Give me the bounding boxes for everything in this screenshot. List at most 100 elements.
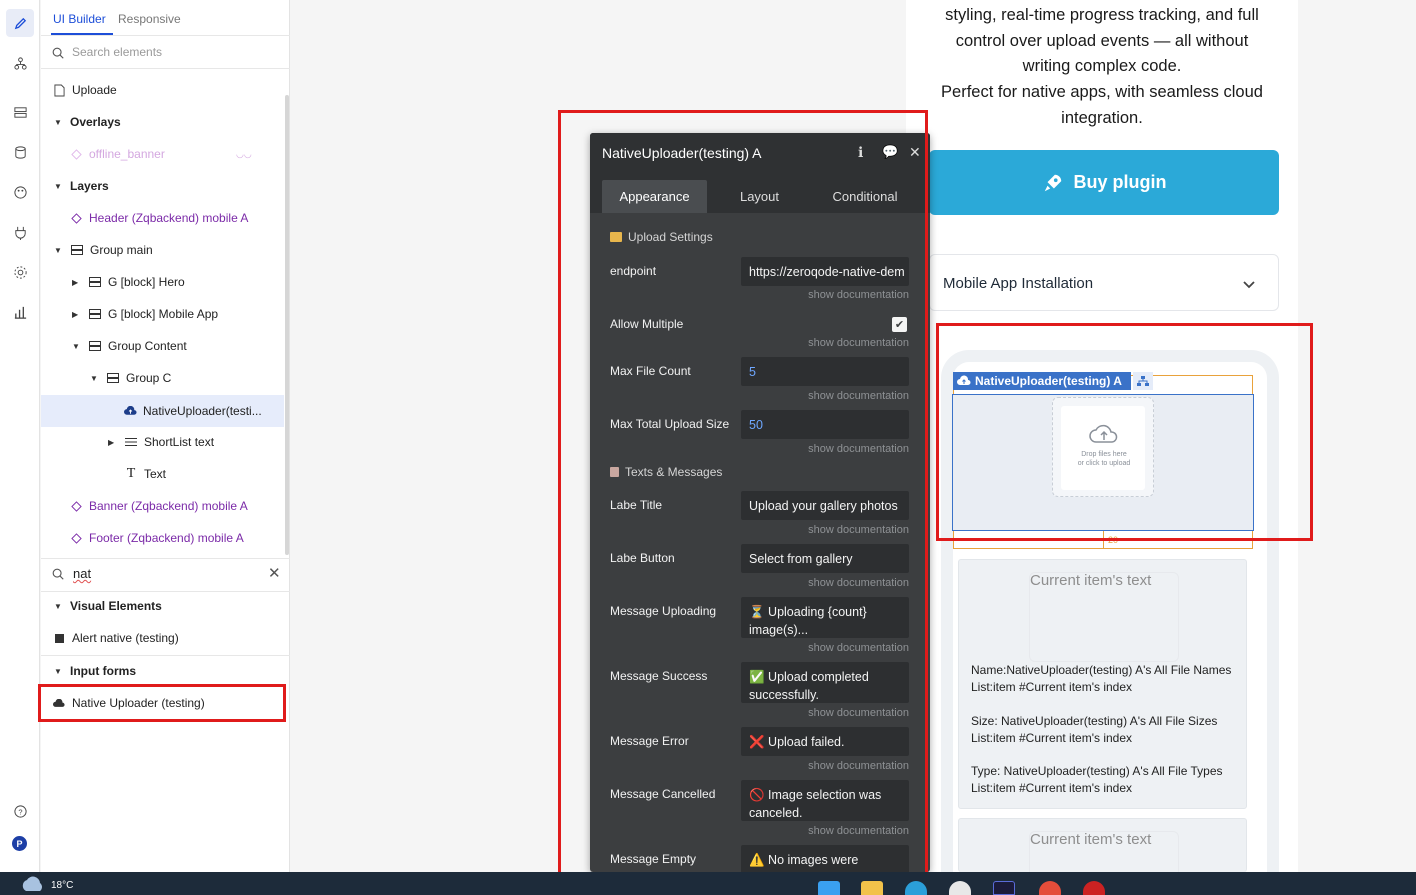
category-visual-elements[interactable]: ▼ Visual Elements: [54, 594, 162, 618]
edge-browser-icon[interactable]: [905, 881, 927, 895]
accordion-mobile-install[interactable]: Mobile App Installation: [929, 254, 1279, 311]
text-label: Text: [144, 467, 167, 481]
plugin-icon[interactable]: [6, 218, 34, 246]
page-item[interactable]: Uploade: [52, 78, 117, 102]
annotation-box-palette-item: [38, 684, 286, 722]
user-avatar[interactable]: P: [12, 836, 27, 851]
header-label: Header (Zqbackend) mobile A: [89, 211, 249, 225]
text-icon: T: [126, 466, 136, 481]
caret-down-icon[interactable]: ▼: [72, 342, 82, 351]
caret-right-icon[interactable]: ▶: [72, 278, 82, 287]
alert-native-label: Alert native (testing): [72, 631, 179, 645]
active-tab-underline: [51, 33, 113, 35]
caret-down-icon[interactable]: ▼: [90, 374, 100, 383]
group-icon: [106, 371, 120, 385]
tree-item-banner[interactable]: Banner (Zqbackend) mobile A: [69, 494, 248, 518]
category-input-forms[interactable]: ▼ Input forms: [54, 659, 136, 683]
buy-plugin-button[interactable]: Buy plugin: [929, 150, 1279, 215]
weather-temperature: 18°C: [51, 880, 74, 891]
pencil-icon[interactable]: [6, 9, 34, 37]
group-main-label: Group main: [90, 243, 153, 257]
tree-item-group-c[interactable]: ▼ Group C: [90, 366, 171, 390]
tree-layers[interactable]: ▼ Layers: [54, 174, 109, 198]
element-tree-panel: UI Builder Responsive Uploade ▼ Overlays…: [41, 0, 290, 872]
editor-tabs: UI Builder Responsive: [41, 0, 290, 36]
caret-down-icon[interactable]: ▼: [54, 602, 64, 611]
slack-icon[interactable]: [949, 881, 971, 895]
search-elements-input[interactable]: [72, 45, 272, 59]
native-uploader-label: NativeUploader(testi...: [143, 404, 262, 418]
paragraph-line: control over upload events — all without: [955, 31, 1249, 50]
tree-overlays[interactable]: ▼ Overlays: [54, 110, 121, 134]
analytics-icon[interactable]: [6, 298, 34, 326]
offline-banner-label: offline_banner: [89, 147, 165, 161]
square-icon: [52, 631, 66, 645]
caret-down-icon[interactable]: ▼: [54, 246, 64, 255]
tree-item-shortlist[interactable]: ▶ ShortList text: [108, 430, 214, 454]
paragraph-line: styling, real-time progress tracking, an…: [945, 6, 1259, 24]
tab-responsive[interactable]: Responsive: [118, 12, 181, 26]
paragraph-line: integration.: [1061, 108, 1143, 127]
group-c-label: Group C: [126, 371, 172, 385]
card-title: Current item's text: [1030, 572, 1152, 589]
card-type-text: Type: NativeUploader(testing) A's All Fi…: [971, 764, 1223, 795]
group-icon: [88, 339, 102, 353]
webstorm-icon[interactable]: [993, 881, 1015, 895]
page-icon: [52, 83, 66, 97]
os-taskbar: 18°C: [0, 872, 1416, 895]
tree-item-hero[interactable]: ▶ G [block] Hero: [72, 270, 185, 294]
left-icon-rail: ? P: [0, 0, 40, 872]
palette-icon[interactable]: [6, 178, 34, 206]
tab-ui-builder[interactable]: UI Builder: [53, 12, 106, 26]
settings-gear-icon[interactable]: [6, 258, 34, 286]
divider: [41, 655, 290, 656]
description-paragraph: styling, real-time progress tracking, an…: [906, 3, 1298, 132]
caret-down-icon[interactable]: ▼: [54, 667, 64, 676]
data-icon[interactable]: [6, 98, 34, 126]
card-size-text: Size: NativeUploader(testing) A's All Fi…: [971, 714, 1218, 745]
tree-item-footer[interactable]: Footer (Zqbackend) mobile A: [69, 526, 244, 550]
tree-item-native-uploader[interactable]: NativeUploader(testi...: [123, 399, 262, 423]
input-forms-label: Input forms: [70, 664, 136, 678]
start-icon[interactable]: [818, 881, 840, 895]
tree-scrollbar[interactable]: [285, 95, 289, 555]
annotation-box-editor: [558, 110, 928, 875]
group-icon: [88, 307, 102, 321]
caret-right-icon[interactable]: ▶: [108, 438, 118, 447]
repeating-group-cell[interactable]: Current item's text Name:NativeUploader(…: [958, 559, 1247, 809]
visual-elements-label: Visual Elements: [70, 599, 162, 613]
list-icon: [124, 435, 138, 449]
card-title: Current item's text: [1030, 831, 1152, 848]
tree-item-header[interactable]: Header (Zqbackend) mobile A: [69, 206, 248, 230]
hidden-eye-icon[interactable]: ◡◡: [236, 149, 252, 160]
palette-search-input[interactable]: nat: [73, 566, 91, 581]
palette-item-alert-native[interactable]: Alert native (testing): [52, 626, 179, 650]
element-palette-search: nat ✕: [41, 559, 290, 591]
tree-item-mobile-app[interactable]: ▶ G [block] Mobile App: [72, 302, 218, 326]
cloud-upload-icon: [123, 404, 137, 418]
paragraph-line: writing complex code.: [1022, 57, 1182, 76]
caret-down-icon[interactable]: ▼: [54, 118, 64, 127]
help-icon[interactable]: ?: [6, 797, 34, 825]
workflow-icon[interactable]: [6, 49, 34, 77]
tree-item-text[interactable]: T Text: [124, 462, 166, 486]
caret-down-icon[interactable]: ▼: [54, 182, 64, 191]
clear-search-icon[interactable]: ✕: [268, 564, 281, 582]
repeating-group-cell[interactable]: Current item's text: [958, 818, 1247, 895]
mobile-app-label: G [block] Mobile App: [108, 307, 219, 321]
app-icon[interactable]: [1083, 881, 1105, 895]
tree-item-group-content[interactable]: ▼ Group Content: [72, 334, 187, 358]
database-icon[interactable]: [6, 138, 34, 166]
svg-text:?: ?: [18, 807, 22, 816]
group-icon: [88, 275, 102, 289]
weather-cloud-icon[interactable]: [20, 875, 46, 891]
chrome-icon[interactable]: [1039, 881, 1061, 895]
card-name-text: Name:NativeUploader(testing) A's All Fil…: [971, 663, 1232, 694]
banner-label: Banner (Zqbackend) mobile A: [89, 499, 248, 513]
caret-right-icon[interactable]: ▶: [72, 310, 82, 319]
diamond-icon: [69, 211, 83, 225]
tree-item-offline-banner[interactable]: offline_banner ◡◡: [69, 142, 269, 166]
file-explorer-icon[interactable]: [861, 881, 883, 895]
tree-item-group-main[interactable]: ▼ Group main: [54, 238, 153, 262]
diamond-icon: [69, 147, 83, 161]
